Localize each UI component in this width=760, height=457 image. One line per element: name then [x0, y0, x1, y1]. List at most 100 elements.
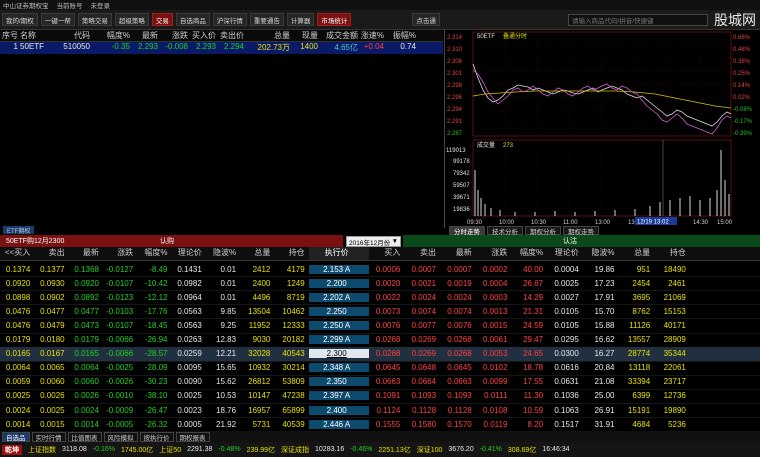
call-cell[interactable]: 0.0064: [0, 363, 34, 372]
call-cell[interactable]: 13504: [240, 307, 274, 316]
put-col-header[interactable]: 幅度%: [511, 247, 547, 260]
call-cell[interactable]: -26.32: [137, 420, 171, 429]
put-cell[interactable]: 26.67: [511, 279, 547, 288]
put-cell[interactable]: 0.1128: [404, 406, 440, 415]
put-cell[interactable]: 951: [618, 265, 654, 274]
call-cell[interactable]: 0.0065: [34, 363, 68, 372]
call-cell[interactable]: -0.0107: [103, 321, 137, 330]
call-cell[interactable]: 0.0165: [69, 349, 103, 358]
call-cell[interactable]: -26.94: [137, 335, 171, 344]
call-cell[interactable]: 47238: [274, 391, 308, 400]
call-cell[interactable]: 0.0263: [171, 335, 205, 344]
put-cell[interactable]: 14.29: [511, 293, 547, 302]
tab-ratio-chart[interactable]: 比值图表: [67, 431, 102, 442]
put-cell[interactable]: 0.0268: [369, 335, 405, 344]
tab-option-trend[interactable]: 期权走势: [563, 226, 599, 236]
option-row[interactable]: 0.0920 0.0930 0.0920 -0.0107 -10.42 0.0982 0.0…: [0, 276, 760, 292]
tab-intraday[interactable]: 分时走势: [449, 226, 485, 236]
put-cell[interactable]: 26.91: [583, 406, 619, 415]
col-header[interactable]: 买入价: [190, 30, 218, 41]
put-cell[interactable]: 0.0024: [404, 293, 440, 302]
toolbar-button-calculator[interactable]: 计算器: [286, 13, 315, 26]
put-cell[interactable]: 0.0268: [369, 349, 405, 358]
strike-cell[interactable]: 2.153 A: [308, 264, 369, 274]
put-cell[interactable]: 0.0006: [369, 265, 405, 274]
col-header[interactable]: 卖出价: [218, 30, 246, 41]
quote-row-50etf[interactable]: 1 50ETF 510050 -0.35 2.293 -0.008 2.293 …: [0, 42, 443, 54]
put-cell[interactable]: 0.0076: [440, 321, 476, 330]
call-cell[interactable]: 0.0920: [69, 279, 103, 288]
put-cell[interactable]: 28774: [618, 349, 654, 358]
put-cell[interactable]: 4684: [618, 420, 654, 429]
put-cell[interactable]: 22061: [654, 363, 690, 372]
col-header[interactable]: 序号: [0, 30, 20, 41]
put-cell[interactable]: 0.0077: [404, 321, 440, 330]
call-cell[interactable]: -0.0026: [103, 377, 137, 386]
put-cell[interactable]: 40.00: [511, 265, 547, 274]
toolbar-button-quotes[interactable]: 沪深行情: [212, 13, 247, 26]
call-cell[interactable]: -26.47: [137, 406, 171, 415]
put-cell[interactable]: 21.31: [511, 307, 547, 316]
put-cell[interactable]: 0.0105: [547, 321, 583, 330]
call-cell[interactable]: 10.53: [206, 391, 240, 400]
call-cell[interactable]: 0.0982: [171, 279, 205, 288]
put-col-header[interactable]: 卖出: [404, 247, 440, 260]
call-cell[interactable]: 0.0473: [69, 321, 103, 330]
put-cell[interactable]: 0.0645: [440, 363, 476, 372]
call-cell[interactable]: 0.0892: [69, 293, 103, 302]
call-cell[interactable]: 0.0920: [0, 279, 34, 288]
call-cell[interactable]: -0.0066: [103, 349, 137, 358]
option-row[interactable]: 0.0025 0.0026 0.0026 -0.0010 -38.10 0.0025 10.…: [0, 389, 760, 405]
call-cell[interactable]: 8719: [274, 293, 308, 302]
call-cell[interactable]: 12.21: [206, 349, 240, 358]
col-header[interactable]: 幅度%: [92, 30, 132, 41]
call-cell[interactable]: 0.0005: [171, 420, 205, 429]
put-cell[interactable]: 0.0027: [547, 293, 583, 302]
put-cell[interactable]: 25.00: [583, 391, 619, 400]
option-row[interactable]: 0.0059 0.0060 0.0060 -0.0026 -30.23 0.0090 15.…: [0, 375, 760, 390]
col-header[interactable]: 代码: [60, 30, 92, 41]
tab-risk-sim[interactable]: 风险模拟: [103, 431, 138, 442]
call-cell[interactable]: 0.0479: [34, 321, 68, 330]
call-cell[interactable]: 2400: [240, 279, 274, 288]
put-cell[interactable]: 8762: [618, 307, 654, 316]
strike-col-header[interactable]: 执行价: [308, 247, 369, 260]
put-cell[interactable]: 17.91: [583, 293, 619, 302]
put-cell[interactable]: 0.1580: [404, 420, 440, 429]
call-cell[interactable]: -10.42: [137, 279, 171, 288]
put-cell[interactable]: 24.59: [511, 321, 547, 330]
call-cell[interactable]: 12.83: [206, 335, 240, 344]
option-row[interactable]: 0.0165 0.0167 0.0165 -0.0066 -28.57 0.0259 12.…: [0, 346, 760, 362]
put-cell[interactable]: 18.78: [511, 363, 547, 372]
put-cell[interactable]: 21069: [654, 293, 690, 302]
put-col-header[interactable]: 买入: [369, 247, 405, 260]
click-tong-button[interactable]: 点击通: [412, 13, 440, 26]
strike-cell[interactable]: 2.202 A: [308, 292, 369, 302]
call-cell[interactable]: 0.0165: [0, 349, 34, 358]
call-cell[interactable]: 0.0090: [171, 377, 205, 386]
toolbar-button-one-key[interactable]: 一键一帮: [40, 13, 75, 26]
put-cell[interactable]: 35344: [654, 349, 690, 358]
option-row[interactable]: 0.0014 0.0015 0.0014 -0.0005 -26.32 0.0005 21.…: [0, 417, 760, 433]
put-cell[interactable]: 0.1093: [440, 391, 476, 400]
col-header[interactable]: 最新: [132, 30, 160, 41]
put-cell[interactable]: 0.0002: [476, 265, 512, 274]
option-row[interactable]: 0.0898 0.0902 0.0892 -0.0123 -12.12 0.0964 0.0…: [0, 290, 760, 306]
call-cell[interactable]: 11952: [240, 321, 274, 330]
call-cell[interactable]: 0.0025: [0, 391, 34, 400]
put-cell[interactable]: 0.0061: [476, 335, 512, 344]
put-cell[interactable]: 0.0021: [404, 279, 440, 288]
option-row[interactable]: 0.0476 0.0479 0.0473 -0.0107 -18.45 0.0563 9.2…: [0, 318, 760, 334]
put-cell[interactable]: 0.1517: [547, 420, 583, 429]
put-cell[interactable]: 0.0111: [476, 391, 512, 400]
call-cell[interactable]: 30214: [274, 363, 308, 372]
call-cell[interactable]: 65899: [274, 406, 308, 415]
put-cell[interactable]: 31.91: [583, 420, 619, 429]
put-cell[interactable]: 0.0074: [440, 307, 476, 316]
call-cell[interactable]: 10932: [240, 363, 274, 372]
put-cell[interactable]: 0.0019: [440, 279, 476, 288]
put-cell[interactable]: 13118: [618, 363, 654, 372]
tab-watchlist[interactable]: 自选品: [2, 431, 30, 442]
toolbar-button-trade[interactable]: 交易: [151, 13, 173, 26]
intraday-chart[interactable]: 2.314 2.310 2.306 2.301 2.298 2.296 2.29…: [444, 30, 760, 228]
